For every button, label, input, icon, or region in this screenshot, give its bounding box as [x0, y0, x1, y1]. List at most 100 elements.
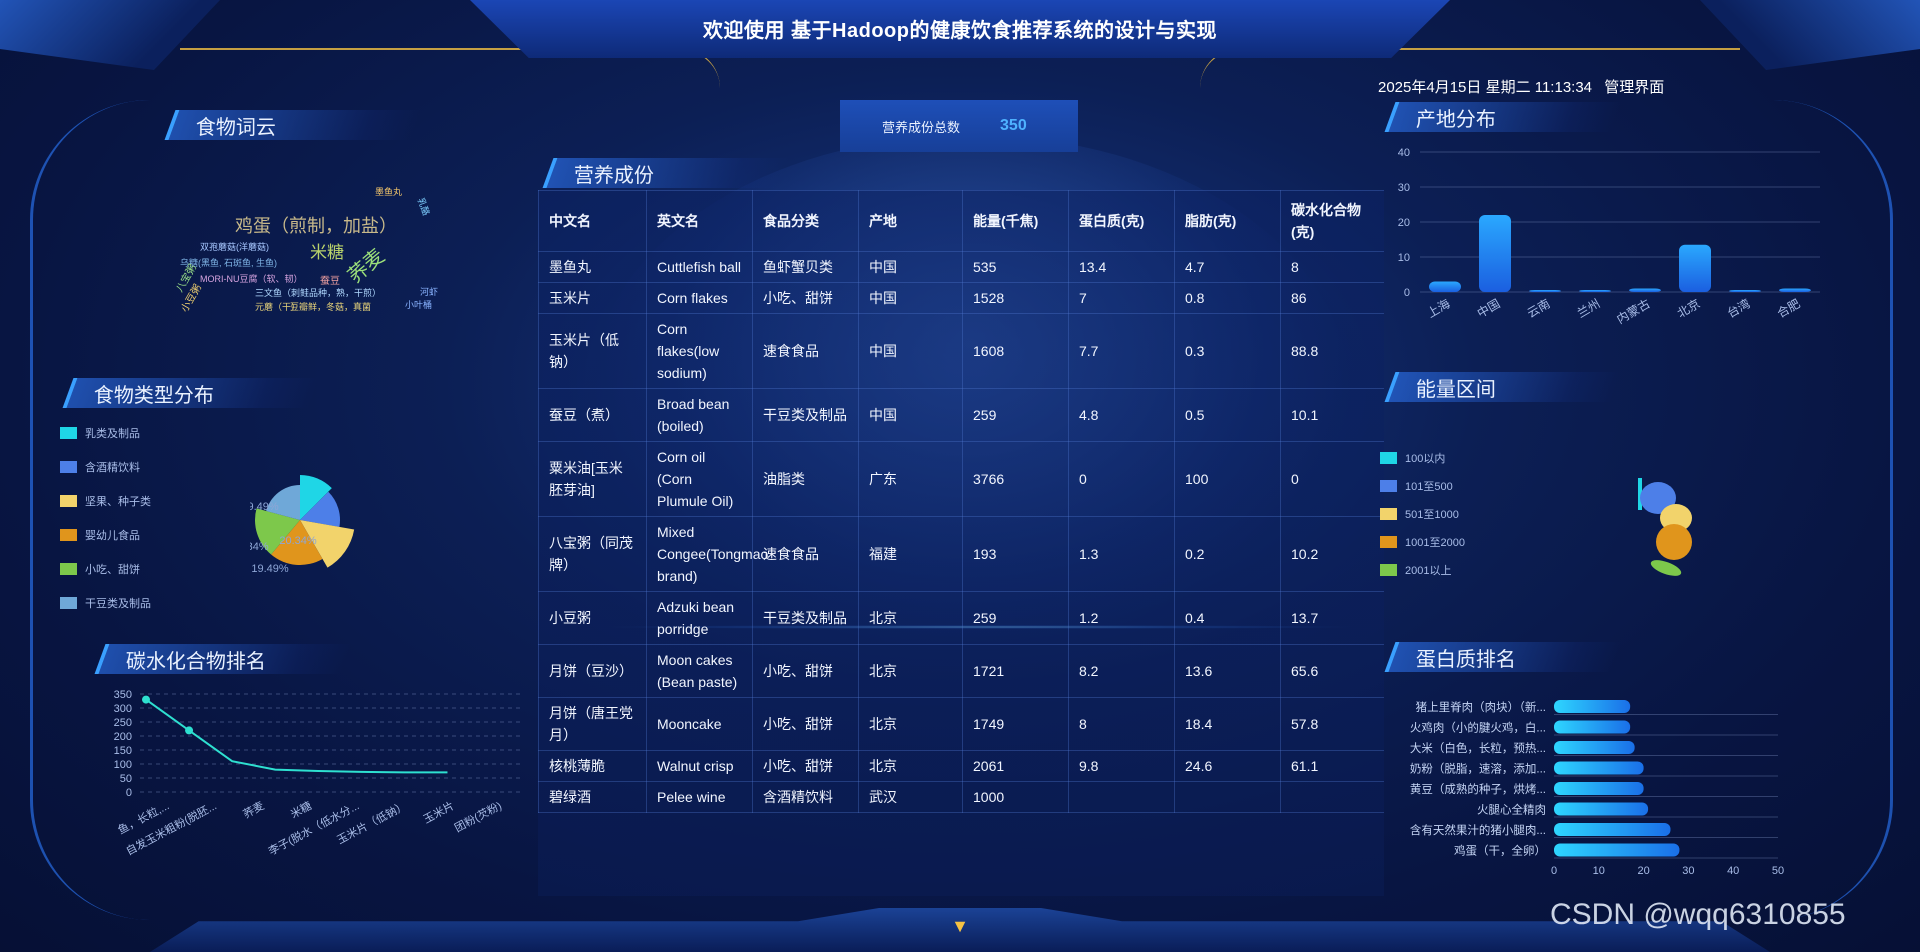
energy-slice[interactable] — [1656, 524, 1692, 560]
table-cell: 13.7 — [1280, 591, 1384, 645]
legend-swatch — [1380, 536, 1397, 548]
table-cell: 86 — [1280, 282, 1384, 314]
table-cell: 8 — [1280, 251, 1384, 283]
legend-swatch — [1380, 508, 1397, 520]
carb-rank-title: 碳水化合物排名 — [94, 644, 352, 674]
legend-item[interactable]: 乳类及制品 — [60, 425, 140, 441]
protein-bar[interactable] — [1554, 761, 1644, 775]
table-header-cell[interactable]: 产地 — [858, 190, 963, 252]
legend-label: 坚果、种子类 — [85, 496, 151, 508]
table-row[interactable]: 月饼（唐王党月） Mooncake 小吃、甜饼 北京 1749 8 18.4 57.8 — [538, 697, 1384, 751]
table-header-cell[interactable]: 中文名 — [538, 190, 647, 252]
y-tick-label: 奶粉（脱脂，速溶，添加... — [1410, 762, 1546, 776]
table-cell: 1000 — [962, 781, 1069, 813]
table-cell: 0.2 — [1174, 516, 1281, 592]
legend-label: 2001以上 — [1405, 565, 1452, 577]
energy-slice[interactable] — [1649, 557, 1683, 579]
table-row[interactable]: 小豆粥 Adzuki bean porridge 干豆类及制品 北京 259 1.2 0.4… — [538, 591, 1384, 645]
table-row[interactable]: 墨鱼丸 Cuttlefish ball 鱼虾蟹贝类 中国 535 13.4 4.7 8 — [538, 251, 1384, 283]
protein-bar[interactable] — [1554, 720, 1631, 734]
protein-bar[interactable] — [1554, 782, 1644, 795]
table-cell: 535 — [962, 251, 1069, 283]
table-cell: 3766 — [962, 441, 1069, 517]
table-header-cell[interactable]: 英文名 — [646, 190, 753, 252]
x-tick-label: 李子(脱水（低水分... — [266, 798, 362, 858]
table-cell: 福建 — [858, 516, 963, 592]
table-cell: 小豆粥 — [538, 591, 647, 645]
legend-item[interactable]: 小吃、甜饼 — [60, 561, 140, 577]
table-cell: 中国 — [858, 282, 963, 314]
protein-bar[interactable] — [1554, 700, 1631, 713]
legend-label: 乳类及制品 — [85, 428, 140, 440]
table-row[interactable]: 蚕豆（煮） Broad bean (boiled) 干豆类及制品 中国 259 4.8 0.… — [538, 388, 1384, 442]
y-tick-label: 0 — [126, 787, 132, 799]
table-cell: 24.6 — [1174, 750, 1281, 782]
origin-bar[interactable] — [1579, 290, 1611, 292]
origin-bar[interactable] — [1479, 215, 1511, 292]
table-cell: 18.4 — [1174, 697, 1281, 751]
origin-bar[interactable] — [1529, 290, 1561, 292]
table-cell: 0 — [1068, 441, 1175, 517]
table-row[interactable]: 碧绿酒 Pelee wine 含酒精饮料 武汉 1000 — [538, 781, 1384, 813]
y-tick-label: 350 — [114, 689, 132, 701]
legend-label: 101至500 — [1405, 481, 1453, 493]
table-row[interactable]: 核桃薄脆 Walnut crisp 小吃、甜饼 北京 2061 9.8 24.6 61.1 — [538, 750, 1384, 782]
x-tick-label: 20 — [1637, 865, 1649, 877]
table-cell: 259 — [962, 388, 1069, 442]
legend-item[interactable]: 101至500 — [1380, 478, 1453, 494]
table-row[interactable]: 月饼（豆沙） Moon cakes (Bean paste) 小吃、甜饼 北京 1721… — [538, 644, 1384, 698]
legend-label: 含酒精饮料 — [85, 462, 140, 474]
origin-bar[interactable] — [1429, 281, 1461, 293]
legend-item[interactable]: 坚果、种子类 — [60, 493, 151, 509]
admin-link[interactable]: 管理界面 — [1604, 79, 1664, 96]
table-header-cell[interactable]: 能量(千焦) — [962, 190, 1069, 252]
pie-label: 20.34% — [279, 535, 317, 547]
table-row[interactable]: 粟米油[玉米胚芽油] Corn oil (Corn Plumule Oil) 油脂类… — [538, 441, 1384, 517]
legend-item[interactable]: 干豆类及制品 — [60, 595, 151, 611]
chevron-down-icon[interactable]: ▼ — [942, 916, 978, 936]
data-point[interactable] — [142, 695, 150, 704]
wordcloud: 鸡蛋（煎制，加盐） 米糖 荞麦 双孢蘑菇(洋蘑菇) 乌糖(黑鱼, 石斑鱼, 生鱼) MOR… — [174, 170, 480, 320]
table-cell: Corn flakes — [646, 282, 753, 314]
table-cell: 小吃、甜饼 — [752, 282, 859, 314]
legend-item[interactable]: 1001至2000 — [1380, 534, 1465, 550]
nutrition-table-wrap: 中文名 英文名 食品分类 产地 能量(千焦) 蛋白质(克) 脂肪(克) 碳水化合物(克) 墨鱼… — [538, 190, 1384, 896]
data-point[interactable] — [185, 726, 194, 735]
protein-bar[interactable] — [1554, 823, 1671, 836]
origin-bar[interactable] — [1779, 288, 1811, 293]
legend-item[interactable]: 婴幼儿食品 — [60, 527, 140, 543]
y-tick-label: 150 — [114, 745, 132, 757]
x-tick-label: 10 — [1593, 865, 1605, 877]
protein-bar[interactable] — [1554, 843, 1680, 857]
table-row[interactable]: 玉米片 Corn flakes 小吃、甜饼 中国 1528 7 0.8 86 — [538, 282, 1384, 314]
legend-item[interactable]: 含酒精饮料 — [60, 459, 140, 475]
protein-bar[interactable] — [1554, 802, 1649, 816]
origin-bar[interactable] — [1679, 244, 1711, 292]
table-header-cell[interactable]: 食品分类 — [752, 190, 859, 252]
legend-item[interactable]: 100以内 — [1380, 450, 1445, 466]
table-cell — [1280, 781, 1384, 813]
x-tick-label: 上海 — [1424, 296, 1452, 321]
table-row[interactable]: 玉米片（低钠） Corn flakes(low sodium) 速食食品 中国 1608… — [538, 313, 1384, 389]
table-cell: Corn oil (Corn Plumule Oil) — [646, 441, 753, 517]
x-tick-label: 0 — [1551, 865, 1557, 877]
table-cell — [1174, 781, 1281, 813]
wordcloud-word: 墨鱼丸 — [375, 187, 403, 197]
table-cell: Moon cakes (Bean paste) — [646, 644, 753, 698]
legend-item[interactable]: 2001以上 — [1380, 562, 1451, 578]
origin-bar[interactable] — [1729, 290, 1761, 292]
table-header-cell[interactable]: 碳水化合物(克) — [1280, 190, 1384, 252]
table-header-cell[interactable]: 脂肪(克) — [1174, 190, 1281, 252]
table-cell: 蚕豆（煮） — [538, 388, 647, 442]
y-tick-label: 火鸡肉（小的腱火鸡，白... — [1410, 721, 1546, 735]
wordcloud-word: 河虾 — [420, 287, 439, 297]
table-header-cell[interactable]: 蛋白质(克) — [1068, 190, 1175, 252]
table-cell: 1721 — [962, 644, 1069, 698]
protein-bar[interactable] — [1554, 741, 1635, 754]
x-tick-label: 合肥 — [1774, 296, 1802, 321]
table-row[interactable]: 八宝粥（同茂牌） Mixed Congee(Tongmao brand) 速食食品福… — [538, 516, 1384, 592]
origin-bar[interactable] — [1629, 288, 1661, 293]
y-tick-label: 鸡蛋（干，全卵） — [1454, 844, 1546, 858]
table-cell: 油脂类 — [752, 441, 859, 517]
legend-item[interactable]: 501至1000 — [1380, 506, 1459, 522]
